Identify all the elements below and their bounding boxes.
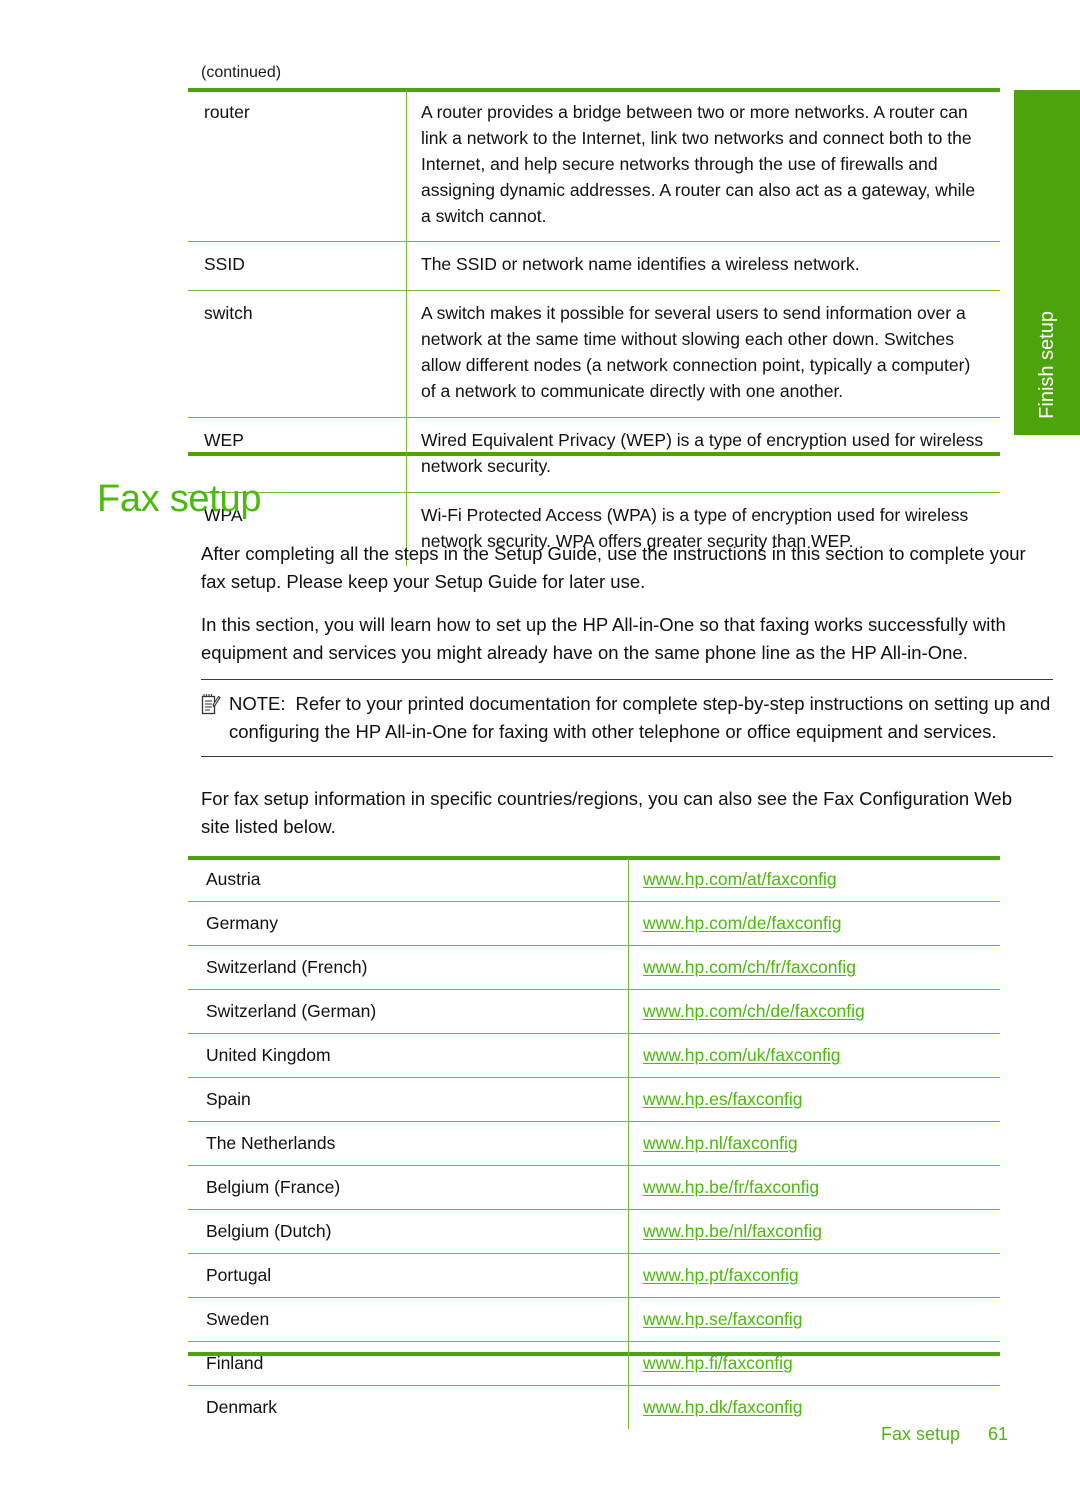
country-name: Belgium (France)	[188, 1165, 629, 1210]
document-page: (continued) router A router provides a b…	[0, 0, 1080, 1495]
country-url-link[interactable]: www.hp.se/faxconfig	[643, 1309, 803, 1329]
country-name: Belgium (Dutch)	[188, 1209, 629, 1254]
glossary-description: The SSID or network name identifies a wi…	[406, 241, 1000, 292]
table-row: United Kingdom www.hp.com/uk/faxconfig	[188, 1033, 1000, 1078]
intro-paragraph-3: For fax setup information in specific co…	[201, 788, 1012, 838]
table-row: Finland www.hp.fi/faxconfig	[188, 1341, 1000, 1386]
table-row: Spain www.hp.es/faxconfig	[188, 1077, 1000, 1122]
glossary-description: A switch makes it possible for several u…	[406, 290, 1000, 418]
section-side-tab: Finish setup	[1014, 90, 1080, 435]
country-url-cell: www.hp.com/at/faxconfig	[628, 858, 1000, 902]
country-url-cell: www.hp.pt/faxconfig	[628, 1253, 1000, 1298]
country-name: Switzerland (French)	[188, 945, 629, 990]
country-name: Denmark	[188, 1385, 629, 1429]
country-name: Finland	[188, 1341, 629, 1386]
country-url-link[interactable]: www.hp.dk/faxconfig	[643, 1397, 803, 1417]
table-row: Austria www.hp.com/at/faxconfig	[188, 858, 1000, 902]
note-label: NOTE:	[229, 693, 286, 714]
footer-section-label: Fax setup	[880, 1424, 960, 1444]
side-tab-label: Finish setup	[1036, 311, 1058, 419]
glossary-table: router A router provides a bridge betwee…	[188, 90, 1000, 567]
note-callout: NOTE: Refer to your printed documentation…	[201, 679, 1053, 758]
country-url-link[interactable]: www.hp.com/de/faxconfig	[643, 913, 841, 933]
table-row: Sweden www.hp.se/faxconfig	[188, 1297, 1000, 1342]
country-name: Spain	[188, 1077, 629, 1122]
glossary-description: A router provides a bridge between two o…	[406, 90, 1000, 243]
page-title: Fax setup	[97, 478, 262, 520]
country-name: The Netherlands	[188, 1121, 629, 1166]
table-row: Switzerland (German) www.hp.com/ch/de/fa…	[188, 989, 1000, 1034]
country-url-link[interactable]: www.hp.nl/faxconfig	[643, 1133, 798, 1153]
glossary-term: SSID	[188, 241, 407, 292]
country-url-link[interactable]: www.hp.fi/faxconfig	[643, 1353, 793, 1373]
table-row: router A router provides a bridge betwee…	[188, 90, 1000, 243]
country-url-cell: www.hp.com/ch/fr/faxconfig	[628, 945, 1000, 990]
country-url-cell: www.hp.nl/faxconfig	[628, 1121, 1000, 1166]
country-url-cell: www.hp.be/nl/faxconfig	[628, 1209, 1000, 1254]
continued-label: (continued)	[201, 64, 282, 81]
table-row: switch A switch makes it possible for se…	[188, 290, 1000, 418]
intro-paragraph-1: After completing all the steps in the Se…	[201, 543, 1026, 593]
country-url-cell: www.hp.com/ch/de/faxconfig	[628, 989, 1000, 1034]
glossary-term: switch	[188, 290, 407, 418]
country-url-cell: www.hp.fi/faxconfig	[628, 1341, 1000, 1386]
country-table-body: Austria www.hp.com/at/faxconfig Germany …	[188, 858, 1000, 1429]
note-text-wrapper: NOTE: Refer to your printed documentation…	[229, 690, 1053, 746]
country-name: Austria	[188, 858, 629, 902]
country-url-cell: www.hp.com/de/faxconfig	[628, 901, 1000, 946]
notepad-pencil-icon	[201, 693, 221, 715]
country-url-cell: www.hp.be/fr/faxconfig	[628, 1165, 1000, 1210]
page-footer: Fax setup 61	[0, 1424, 1080, 1450]
table-row: The Netherlands www.hp.nl/faxconfig	[188, 1121, 1000, 1166]
country-name: Switzerland (German)	[188, 989, 629, 1034]
country-url-cell: www.hp.es/faxconfig	[628, 1077, 1000, 1122]
country-url-link[interactable]: www.hp.com/ch/de/faxconfig	[643, 1001, 865, 1021]
glossary-table-body: router A router provides a bridge betwee…	[188, 90, 1000, 567]
note-inner: NOTE: Refer to your printed documentation…	[201, 690, 1053, 746]
country-url-cell: www.hp.se/faxconfig	[628, 1297, 1000, 1342]
footer-page-number: 61	[987, 1424, 1008, 1444]
country-url-link[interactable]: www.hp.com/uk/faxconfig	[643, 1045, 840, 1065]
glossary-description: Wired Equivalent Privacy (WEP) is a type…	[406, 417, 1000, 493]
country-url-cell: www.hp.dk/faxconfig	[629, 1386, 1001, 1430]
country-url-link[interactable]: www.hp.be/nl/faxconfig	[643, 1221, 822, 1241]
note-body: Refer to your printed documentation for …	[229, 693, 1051, 743]
table-row: Belgium (France) www.hp.be/fr/faxconfig	[188, 1165, 1000, 1210]
fax-config-country-table: Austria www.hp.com/at/faxconfig Germany …	[188, 858, 1000, 1429]
table-row: Denmark www.hp.dk/faxconfig	[188, 1385, 1001, 1430]
country-name: United Kingdom	[188, 1033, 629, 1078]
table-row: Germany www.hp.com/de/faxconfig	[188, 901, 1000, 946]
table-row: Belgium (Dutch) www.hp.be/nl/faxconfig	[188, 1209, 1000, 1254]
table-row: Switzerland (French) www.hp.com/ch/fr/fa…	[188, 945, 1000, 990]
country-name: Portugal	[188, 1253, 629, 1298]
country-url-link[interactable]: www.hp.com/ch/fr/faxconfig	[643, 957, 856, 977]
intro-paragraph-2: In this section, you will learn how to s…	[201, 614, 1006, 664]
table-row: Portugal www.hp.pt/faxconfig	[188, 1253, 1000, 1298]
table-row: SSID The SSID or network name identifies…	[188, 241, 1000, 292]
country-url-cell: www.hp.com/uk/faxconfig	[628, 1033, 1000, 1078]
country-url-link[interactable]: www.hp.pt/faxconfig	[643, 1265, 799, 1285]
table-row: WEP Wired Equivalent Privacy (WEP) is a …	[188, 417, 1000, 493]
country-url-link[interactable]: www.hp.com/at/faxconfig	[643, 869, 837, 889]
country-name: Germany	[188, 901, 629, 946]
country-name: Sweden	[188, 1297, 629, 1342]
glossary-term: router	[188, 90, 407, 243]
country-url-link[interactable]: www.hp.es/faxconfig	[643, 1089, 803, 1109]
country-url-link[interactable]: www.hp.be/fr/faxconfig	[643, 1177, 819, 1197]
